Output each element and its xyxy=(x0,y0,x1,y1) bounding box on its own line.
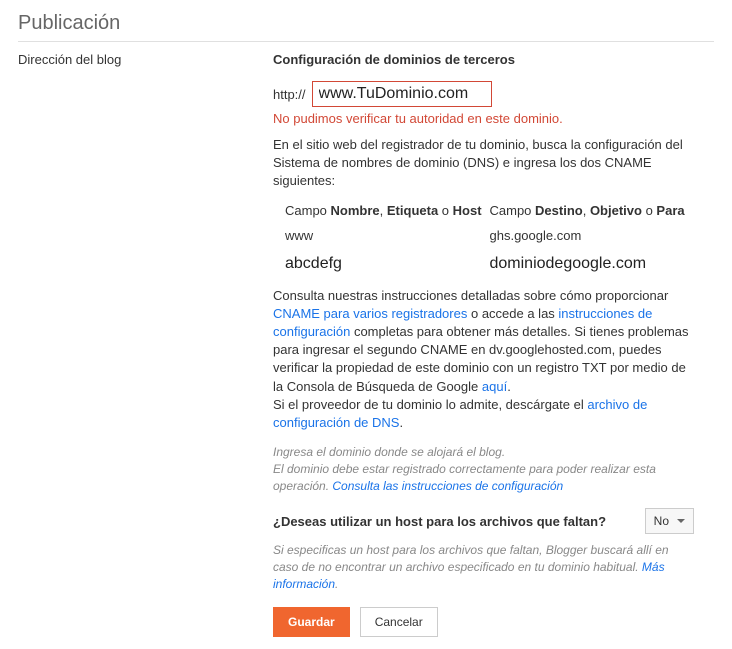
cname-table: Campo Nombre, Etiqueta o Host Campo Dest… xyxy=(273,203,694,273)
cname-row1-name: www xyxy=(285,228,490,243)
config-instructions-link-2[interactable]: Consulta las instrucciones de configurac… xyxy=(332,479,563,493)
save-button[interactable]: Guardar xyxy=(273,607,350,637)
cname-header-destination: Campo Destino, Objetivo o Para xyxy=(490,203,695,218)
cname-row2-dest: dominiodegoogle.com xyxy=(490,255,695,273)
domain-error-message: No pudimos verificar tu autoridad en est… xyxy=(273,111,694,126)
divider xyxy=(18,41,714,42)
instructions-paragraph: Consulta nuestras instrucciones detallad… xyxy=(273,287,694,433)
cname-header-name: Campo Nombre, Etiqueta o Host xyxy=(285,203,490,218)
protocol-label: http:// xyxy=(273,87,306,102)
search-console-link[interactable]: aquí xyxy=(482,379,507,394)
domain-input[interactable] xyxy=(312,81,492,107)
domain-help-text: Ingresa el dominio donde se alojará el b… xyxy=(273,444,694,494)
missing-files-select[interactable]: No xyxy=(645,508,694,534)
missing-files-question: ¿Deseas utilizar un host para los archiv… xyxy=(273,514,606,529)
cancel-button[interactable]: Cancelar xyxy=(360,607,438,637)
cname-row1-dest: ghs.google.com xyxy=(490,228,695,243)
cname-registrars-link[interactable]: CNAME para varios registradores xyxy=(273,306,467,321)
cname-row2-name: abcdefg xyxy=(285,255,490,273)
section-heading: Configuración de dominios de terceros xyxy=(273,52,694,67)
chevron-down-icon xyxy=(677,519,685,523)
page-title: Publicación xyxy=(18,12,714,35)
dns-intro-text: En el sitio web del registrador de tu do… xyxy=(273,136,694,191)
select-value: No xyxy=(654,514,669,528)
blog-address-label: Dirección del blog xyxy=(18,52,273,67)
